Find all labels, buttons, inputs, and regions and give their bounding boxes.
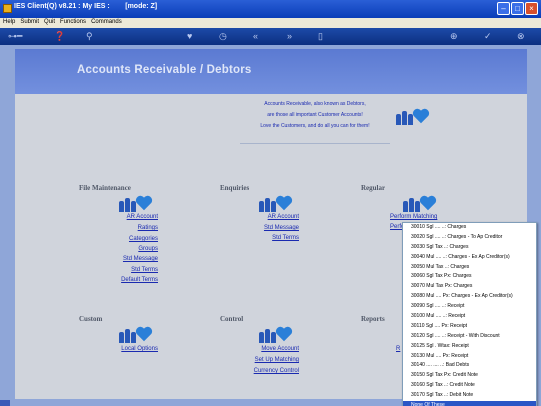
dropdown-option[interactable]: 30070 Mul Tax Px: Charges	[403, 282, 536, 292]
section-enquiries-title: Enquiries	[220, 184, 250, 192]
section-custom-title: Custom	[79, 315, 103, 323]
key-icon[interactable]: ⊶━	[8, 31, 22, 42]
doc-icon[interactable]: ▯	[318, 31, 323, 42]
dropdown-option[interactable]: 30060 Sgl Tax Px: Charges	[403, 272, 536, 282]
minimize-button[interactable]: –	[497, 2, 510, 15]
dropdown-option[interactable]: 30040 Mul .... ..: Charges - Ex Ap Credi…	[403, 253, 536, 263]
plus-icon[interactable]: ⊕	[450, 31, 458, 42]
customer-heart-icon	[119, 194, 153, 212]
dropdown-option[interactable]: 30080 Mul .... Px: Charges - Ex Ap Credi…	[403, 292, 536, 302]
page-title: Accounts Receivable / Debtors	[77, 64, 252, 76]
forward-icon[interactable]: »	[287, 31, 292, 42]
customer-heart-icon	[396, 107, 430, 125]
dropdown-option-selected[interactable]: None Of These	[403, 401, 536, 406]
app-icon	[3, 4, 12, 13]
link-std-message[interactable]: Std Message	[108, 256, 158, 262]
close-icon[interactable]: ⊗	[517, 31, 525, 42]
maximize-button[interactable]: □	[511, 2, 524, 15]
link-enquiry-ar-account[interactable]: AR Account	[249, 214, 299, 220]
menu-commands[interactable]: Commands	[88, 18, 124, 25]
heart-icon[interactable]: ♥	[187, 31, 192, 42]
clock-icon[interactable]: ◷	[219, 31, 227, 42]
link-ar-account[interactable]: AR Account	[108, 214, 158, 220]
section-file-maintenance-title: File Maintenance	[79, 184, 131, 192]
link-set-up-matching[interactable]: Set Up Matching	[239, 357, 299, 363]
link-ratings[interactable]: Ratings	[108, 225, 158, 231]
section-control-title: Control	[220, 315, 244, 323]
link-local-options[interactable]: Local Options	[108, 346, 158, 352]
check-icon[interactable]: ✓	[484, 31, 492, 42]
toolbar: ⊶━ ❓ ⚲ ♥ ◷ « » ▯ ⊕ ✓ ⊗	[0, 28, 541, 45]
dropdown-option[interactable]: 30110 Sgl .... Px: Receipt	[403, 322, 536, 332]
dropdown-option[interactable]: 30100 Mul .... ..: Receipt	[403, 312, 536, 322]
divider	[240, 143, 390, 144]
dropdown-option[interactable]: 30125 Sgl . Wtax: Receipt	[403, 342, 536, 352]
dropdown-option[interactable]: 30160 Sgl Tax ..: Credit Note	[403, 381, 536, 391]
menu-bar: Help Submit Quit Functions Commands	[0, 18, 541, 28]
link-perform-matching[interactable]: Perform Matching	[390, 214, 437, 220]
section-reports-title: Reports	[361, 315, 385, 323]
intro-line: are those all important Customer Account…	[267, 112, 363, 118]
dropdown-option[interactable]: 30020 Sgl .... ..: Charges - To Ap Credi…	[403, 233, 536, 243]
menu-submit[interactable]: Submit	[17, 18, 41, 25]
dropdown-option[interactable]: 30170 Sgl Tax ..: Debit Note	[403, 391, 536, 401]
dropdown-option[interactable]: 30050 Mul Tax ..: Charges	[403, 263, 536, 273]
customer-heart-icon	[259, 194, 293, 212]
transaction-type-dropdown[interactable]: 30010 Sgl .... ..: Charges 30020 Sgl ....…	[402, 222, 537, 406]
link-enquiry-std-terms[interactable]: Std Terms	[249, 235, 299, 241]
link-move-account[interactable]: Move Account	[239, 346, 299, 352]
link-currency-control[interactable]: Currency Control	[239, 368, 299, 374]
dropdown-option[interactable]: 30010 Sgl .... ..: Charges	[403, 223, 536, 233]
menu-help[interactable]: Help	[0, 18, 17, 25]
window-title: IES Client(Q) v8.21 : My IES : [mode: Z]	[14, 3, 158, 10]
link-enquiry-std-message[interactable]: Std Message	[249, 225, 299, 231]
section-regular-title: Regular	[361, 184, 386, 192]
customer-heart-icon	[259, 325, 293, 343]
dropdown-option[interactable]: 30140 .... .... ..: Bad Debts	[403, 361, 536, 371]
link-std-terms[interactable]: Std Terms	[108, 267, 158, 273]
dropdown-option[interactable]: 30130 Mul .... Px: Receipt	[403, 352, 536, 362]
customer-heart-icon	[119, 325, 153, 343]
customer-heart-icon	[403, 194, 437, 212]
dropdown-option[interactable]: 30150 Sgl Tax Px: Credit Note	[403, 371, 536, 381]
search-icon[interactable]: ⚲	[86, 31, 93, 42]
link-reports-truncated[interactable]: R	[396, 346, 400, 352]
page-banner: Accounts Receivable / Debtors	[15, 49, 527, 94]
rewind-icon[interactable]: «	[253, 31, 258, 42]
link-categories[interactable]: Categories	[108, 236, 158, 242]
dropdown-option[interactable]: 30090 Sgl .... ..: Receipt	[403, 302, 536, 312]
intro-text: Accounts Receivable, also known as Debto…	[240, 99, 390, 132]
help-icon[interactable]: ❓	[54, 31, 65, 42]
intro-line: Accounts Receivable, also known as Debto…	[264, 101, 366, 107]
side-tab[interactable]	[0, 400, 10, 406]
close-window-button[interactable]: ×	[525, 2, 538, 15]
link-groups[interactable]: Groups	[108, 246, 158, 252]
link-default-terms[interactable]: Default Terms	[108, 277, 158, 283]
menu-functions[interactable]: Functions	[57, 18, 88, 25]
title-bar: IES Client(Q) v8.21 : My IES : [mode: Z]…	[0, 0, 541, 18]
intro-line: Love the Customers, and do all you can f…	[260, 123, 370, 129]
menu-quit[interactable]: Quit	[41, 18, 57, 25]
dropdown-option[interactable]: 30120 Sgl .... ..: Receipt - With Discou…	[403, 332, 536, 342]
dropdown-option[interactable]: 30030 Sgl Tax ..: Charges	[403, 243, 536, 253]
